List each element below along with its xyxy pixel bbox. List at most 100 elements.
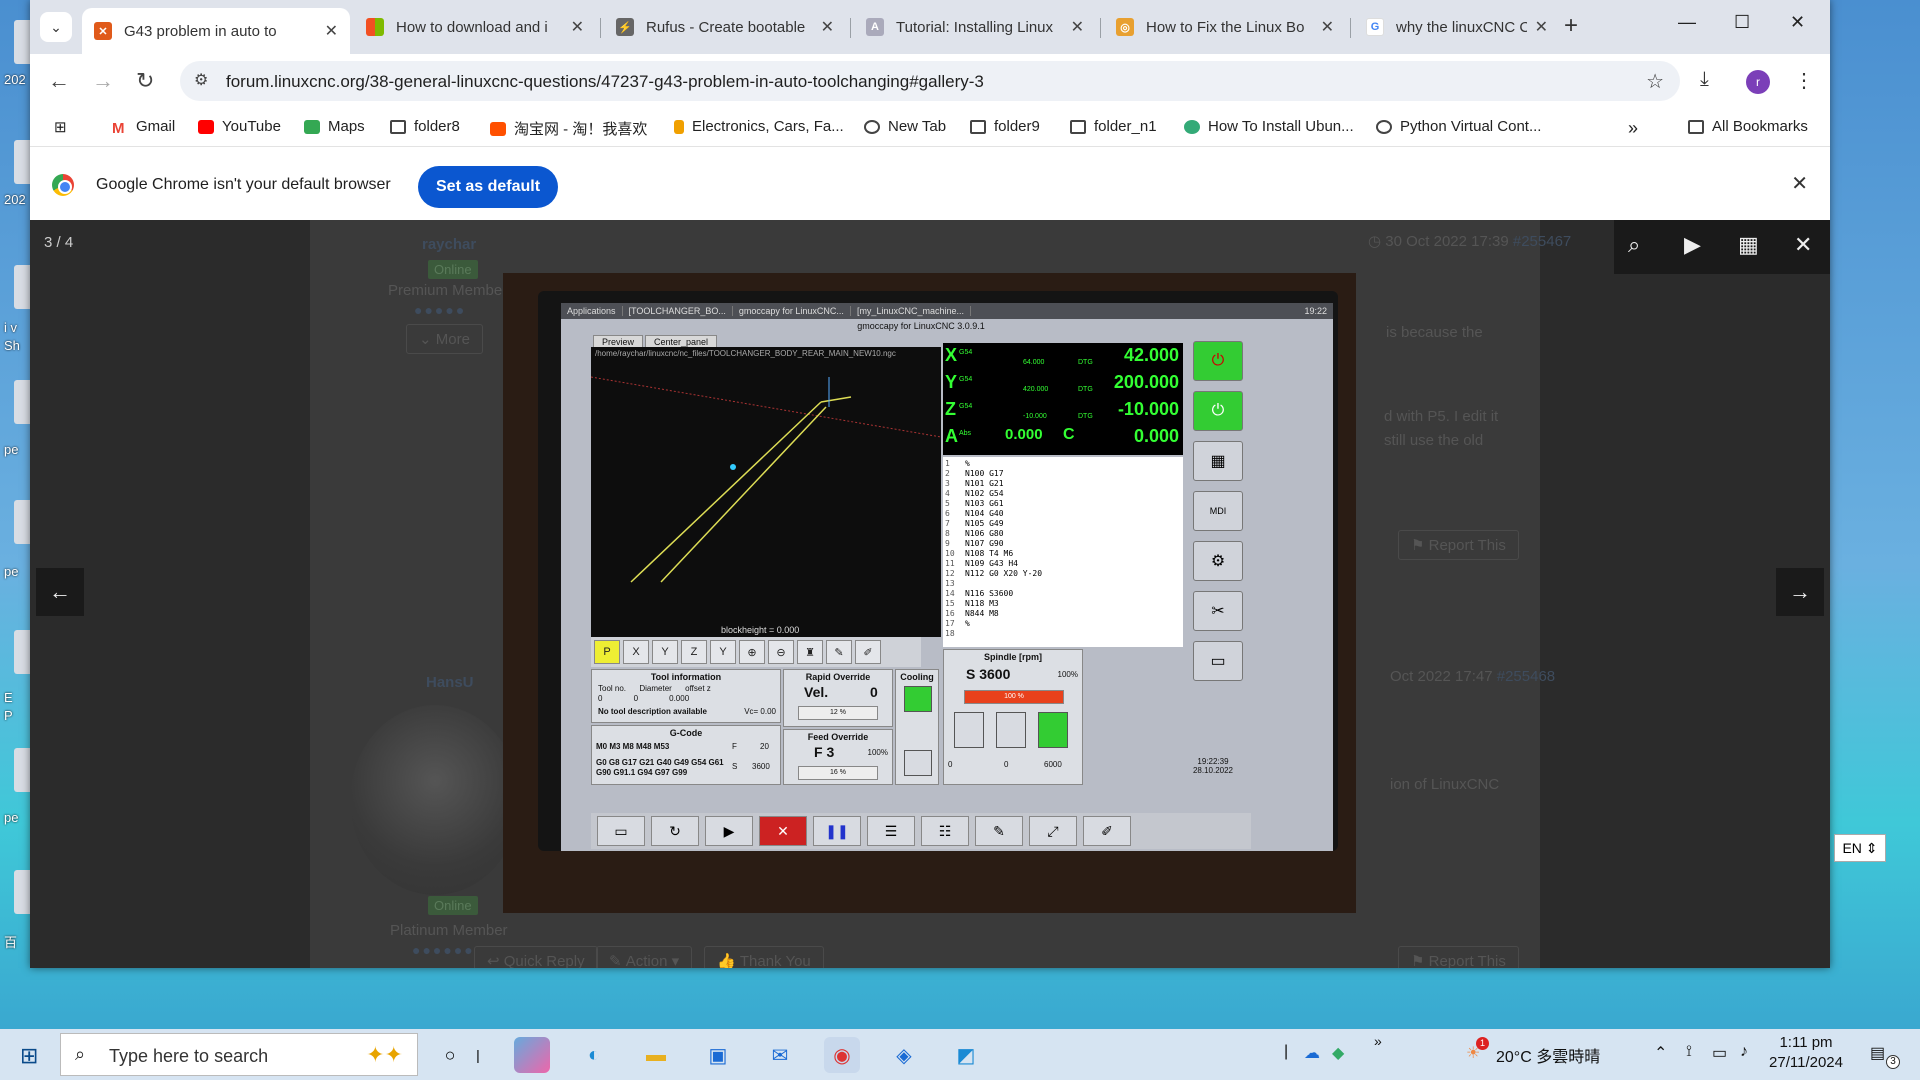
- mist-coolant-button[interactable]: [904, 750, 932, 776]
- next-image-button[interactable]: →: [1776, 568, 1824, 616]
- run-from-line-icon[interactable]: ☰: [867, 816, 915, 846]
- bookmark-folder-n1[interactable]: folder_n1: [1070, 118, 1157, 135]
- reload-file-icon[interactable]: ↻: [651, 816, 699, 846]
- step-mode-icon[interactable]: ☷: [921, 816, 969, 846]
- minimize-button[interactable]: —: [1678, 12, 1696, 33]
- previous-image-button[interactable]: ←: [36, 568, 84, 616]
- tab-search-button[interactable]: ⌄: [40, 12, 72, 42]
- site-info-icon[interactable]: ⚙: [194, 70, 208, 90]
- volume-icon[interactable]: ♪: [1740, 1043, 1748, 1061]
- bookmark-electronics[interactable]: Electronics, Cars, Fa...: [674, 118, 844, 135]
- show-more-icon[interactable]: »: [1374, 1033, 1382, 1049]
- outlook-icon[interactable]: ✉: [762, 1037, 798, 1073]
- close-tab-icon[interactable]: ✕: [571, 17, 584, 37]
- more-button[interactable]: ⌄ More: [406, 324, 483, 354]
- zoom-in-icon[interactable]: ⊕: [739, 640, 765, 664]
- manual-mode-button[interactable]: ▦: [1193, 441, 1243, 481]
- bookmark-folder8[interactable]: folder8: [390, 118, 460, 135]
- tab-tutorial-installing-linux[interactable]: A Tutorial: Installing Linux ✕: [854, 8, 1096, 46]
- edit-file-icon[interactable]: ✎: [975, 816, 1023, 846]
- close-tab-icon[interactable]: ✕: [1321, 17, 1334, 37]
- bookmark-new-tab[interactable]: New Tab: [864, 118, 946, 135]
- thumbnails-grid-icon[interactable]: ▦: [1738, 232, 1759, 258]
- tab-rufus[interactable]: ⚡ Rufus - Create bootable ✕: [604, 8, 846, 46]
- spindle-cw-button[interactable]: [1038, 712, 1068, 748]
- download-icon[interactable]: ⤓: [1700, 68, 1709, 91]
- view-x-button[interactable]: X: [623, 640, 649, 664]
- cycle-start-icon[interactable]: ▶: [705, 816, 753, 846]
- view-z-button[interactable]: Z: [681, 640, 707, 664]
- machine-on-button[interactable]: ⏻: [1193, 391, 1243, 431]
- notification-icon[interactable]: ▤: [1870, 1043, 1885, 1063]
- taskbar-clock[interactable]: 1:11 pm 27/11/2024: [1756, 1033, 1856, 1073]
- auto-mode-button[interactable]: ⚙: [1193, 541, 1243, 581]
- bookmark-maps[interactable]: Maps: [304, 118, 365, 135]
- close-infobar-icon[interactable]: ✕: [1791, 171, 1808, 196]
- weather-text[interactable]: 20°C 多雲時晴: [1496, 1043, 1600, 1067]
- bookmark-folder9[interactable]: folder9: [970, 118, 1040, 135]
- edge-icon[interactable]: ◐: [576, 1037, 612, 1073]
- post-author[interactable]: HansU: [426, 674, 474, 691]
- new-tab-button[interactable]: +: [1564, 12, 1578, 40]
- play-slideshow-icon[interactable]: ▶: [1684, 232, 1701, 258]
- close-tab-icon[interactable]: ✕: [325, 21, 338, 41]
- post-author[interactable]: raychar: [422, 236, 476, 253]
- spindle-ccw-button[interactable]: [954, 712, 984, 748]
- settings-button[interactable]: ✂: [1193, 591, 1243, 631]
- view-y2-button[interactable]: Y: [710, 640, 736, 664]
- tab-how-to-fix-linux[interactable]: ◎ How to Fix the Linux Bo ✕: [1104, 8, 1346, 46]
- thank-you-button[interactable]: 👍 Thank You: [704, 946, 824, 968]
- battery-icon[interactable]: ▭: [1712, 1043, 1727, 1063]
- paint-icon[interactable]: ◩: [948, 1037, 984, 1073]
- post-permalink[interactable]: #255467: [1513, 233, 1571, 250]
- store-icon[interactable]: ▣: [700, 1037, 736, 1073]
- tab-g43-problem[interactable]: ✕ G43 problem in auto to ✕: [82, 8, 350, 54]
- all-bookmarks[interactable]: All Bookmarks: [1688, 118, 1808, 135]
- spindle-override-slider[interactable]: 100 %: [964, 690, 1064, 704]
- user-tabs-button[interactable]: ▭: [1193, 641, 1243, 681]
- menu-kebab-icon[interactable]: ⋮: [1794, 68, 1814, 93]
- windows-start-icon[interactable]: ⊞: [20, 1043, 38, 1069]
- post-permalink[interactable]: #255468: [1497, 668, 1555, 685]
- maximize-button[interactable]: ☐: [1734, 12, 1750, 33]
- notes-icon[interactable]: ✐: [1083, 816, 1131, 846]
- forward-button[interactable]: →: [92, 68, 114, 94]
- bookmark-python-venv[interactable]: Python Virtual Cont...: [1376, 118, 1541, 135]
- bookmark-youtube[interactable]: YouTube: [198, 118, 281, 135]
- more-bookmarks-icon[interactable]: »: [1628, 118, 1638, 139]
- report-button[interactable]: ⚑ Report This: [1398, 946, 1519, 968]
- copilot-icon[interactable]: [514, 1037, 550, 1073]
- profile-avatar[interactable]: r: [1746, 70, 1770, 94]
- rapid-override-slider[interactable]: 12 %: [798, 706, 878, 720]
- url-text[interactable]: forum.linuxcnc.org/38-general-linuxcnc-q…: [226, 72, 984, 92]
- address-bar[interactable]: ⚙ forum.linuxcnc.org/38-general-linuxcnc…: [180, 61, 1680, 101]
- brush-icon[interactable]: ✐: [855, 640, 881, 664]
- bookmark-taobao[interactable]: 淘宝网 - 淘！我喜欢: [490, 118, 647, 139]
- view-p-button[interactable]: P: [594, 640, 620, 664]
- spindle-stop-button[interactable]: [996, 712, 1026, 748]
- fullscreen-icon[interactable]: ⤢: [1029, 816, 1077, 846]
- close-tab-icon[interactable]: ✕: [1535, 17, 1548, 37]
- action-button[interactable]: ✎ Action ▾: [596, 946, 693, 968]
- file-explorer-icon[interactable]: ▬: [638, 1037, 674, 1073]
- chevron-up-icon[interactable]: ⌃: [1654, 1043, 1667, 1063]
- close-tab-icon[interactable]: ✕: [1071, 17, 1084, 37]
- estop-button[interactable]: ⏻: [1193, 341, 1243, 381]
- photos-icon[interactable]: ◈: [886, 1037, 922, 1073]
- tab-why-linuxcnc[interactable]: G why the linuxCNC Confi ✕: [1354, 8, 1560, 46]
- back-button[interactable]: ←: [48, 68, 70, 94]
- pause-program-icon[interactable]: ❚❚: [813, 816, 861, 846]
- stop-program-icon[interactable]: ✕: [759, 816, 807, 846]
- view-y-button[interactable]: Y: [652, 640, 678, 664]
- task-view-icon[interactable]: ○: [432, 1037, 468, 1073]
- close-tab-icon[interactable]: ✕: [821, 17, 834, 37]
- wifi-icon[interactable]: ⟟: [1686, 1043, 1692, 1061]
- reload-button[interactable]: ↻: [136, 68, 154, 94]
- close-lightbox-icon[interactable]: ✕: [1794, 232, 1812, 258]
- chrome-taskbar-icon[interactable]: ◉: [824, 1037, 860, 1073]
- mdi-mode-button[interactable]: MDI: [1193, 491, 1243, 531]
- pencil-icon[interactable]: ✎: [826, 640, 852, 664]
- taskbar-search-box[interactable]: ⌕ Type here to search ✦✦: [60, 1033, 418, 1076]
- feed-override-slider[interactable]: 16 %: [798, 766, 878, 780]
- bookmark-star-icon[interactable]: ☆: [1646, 69, 1664, 94]
